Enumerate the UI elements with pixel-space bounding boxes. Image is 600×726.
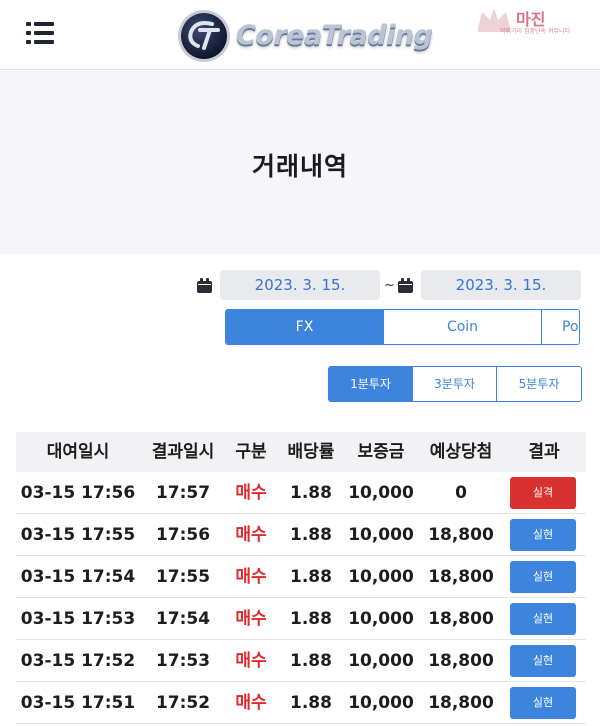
cell-side: 매수 [235, 567, 267, 587]
cell-close-time: 17:54 [155, 609, 211, 629]
hamburger-menu-icon[interactable] [26, 22, 54, 44]
cell-open-time: 03-15 17:53 [20, 609, 136, 629]
logo-wordmark: CoreaTrading [236, 20, 433, 51]
cell-odds: 1.88 [290, 651, 332, 671]
cell-expected: 18,800 [428, 567, 494, 587]
result-button[interactable]: 실현 [510, 645, 576, 677]
cell-expected: 0 [455, 483, 467, 503]
interval-tabs: 1분투자 3분투자 5분투자 [328, 366, 582, 402]
table-row: 03-15 17:52 17:53 매수 1.88 10,000 18,800 … [16, 640, 586, 682]
watermark-subtitle: 먹튀기리 집중단속 커뮤니티 [500, 28, 571, 35]
corea-trading-logo[interactable]: CoreaTrading [174, 8, 433, 64]
cell-expected: 18,800 [428, 525, 494, 545]
header-expected: 예상당첨 [429, 442, 493, 462]
result-button[interactable]: 실현 [510, 519, 576, 551]
cell-open-time: 03-15 17:54 [20, 567, 136, 587]
cell-close-time: 17:56 [155, 525, 211, 545]
result-button[interactable]: 실현 [510, 687, 576, 719]
date-separator: ~ [384, 278, 395, 293]
tab-5min[interactable]: 5분투자 [497, 367, 581, 401]
cell-close-time: 17:52 [155, 693, 211, 713]
logo-emblem-icon [178, 10, 230, 62]
cell-side: 매수 [235, 483, 267, 503]
page-title: 거래내역 [251, 152, 348, 181]
header-odds: 배당률 [287, 442, 335, 462]
cell-deposit: 10,000 [348, 693, 414, 713]
table-row: 03-15 17:53 17:54 매수 1.88 10,000 18,800 … [16, 598, 586, 640]
cell-deposit: 10,000 [348, 483, 414, 503]
table-header: 대여일시 결과일시 구분 배당률 보증금 예상당첨 결과 [16, 432, 586, 472]
cell-open-time: 03-15 17:52 [20, 651, 136, 671]
tab-fx[interactable]: FX [226, 310, 384, 344]
cell-odds: 1.88 [290, 609, 332, 629]
result-button[interactable]: 실현 [510, 561, 576, 593]
header-side: 구분 [235, 442, 267, 462]
cell-open-time: 03-15 17:51 [20, 693, 136, 713]
cell-expected: 18,800 [428, 609, 494, 629]
cell-close-time: 17:55 [155, 567, 211, 587]
cell-expected: 18,800 [428, 651, 494, 671]
header-result: 결과 [528, 442, 560, 462]
cell-odds: 1.88 [290, 525, 332, 545]
market-tabs: FX Coin Pov [225, 309, 580, 345]
table-row: 03-15 17:56 17:57 매수 1.88 10,000 0 실격 [16, 472, 586, 514]
cell-close-time: 17:57 [155, 483, 211, 503]
tab-3min[interactable]: 3분투자 [413, 367, 497, 401]
cell-open-time: 03-15 17:56 [20, 483, 136, 503]
table-row: 03-15 17:54 17:55 매수 1.88 10,000 18,800 … [16, 556, 586, 598]
cell-open-time: 03-15 17:55 [20, 525, 136, 545]
calendar-icon[interactable] [197, 278, 212, 293]
cell-odds: 1.88 [290, 693, 332, 713]
cell-side: 매수 [235, 525, 267, 545]
result-button[interactable]: 실격 [510, 477, 576, 509]
result-button[interactable]: 실현 [510, 603, 576, 635]
tab-coin[interactable]: Coin [384, 310, 542, 344]
start-date-field[interactable]: 2023. 3. 15. [220, 270, 380, 300]
cell-side: 매수 [235, 693, 267, 713]
cell-side: 매수 [235, 651, 267, 671]
cell-close-time: 17:53 [155, 651, 211, 671]
cell-deposit: 10,000 [348, 567, 414, 587]
top-header: CoreaTrading 마진 먹튀기리 집중단속 커뮤니티 [0, 0, 600, 70]
table-row: 03-15 17:51 17:52 매수 1.88 10,000 18,800 … [16, 682, 586, 724]
cell-deposit: 10,000 [348, 651, 414, 671]
header-close-time: 결과일시 [151, 442, 215, 462]
header-open-time: 대여일시 [46, 442, 110, 462]
watermark-logo: 마진 먹튀기리 집중단속 커뮤니티 [472, 4, 596, 36]
cell-side: 매수 [235, 609, 267, 629]
calendar-icon[interactable] [398, 278, 413, 293]
end-date-field[interactable]: 2023. 3. 15. [421, 270, 581, 300]
cell-deposit: 10,000 [348, 525, 414, 545]
tab-pov[interactable]: Pov [542, 310, 579, 344]
header-deposit: 보증금 [357, 442, 405, 462]
cell-odds: 1.88 [290, 483, 332, 503]
cell-deposit: 10,000 [348, 609, 414, 629]
tab-1min[interactable]: 1분투자 [329, 367, 413, 401]
table-row: 03-15 17:55 17:56 매수 1.88 10,000 18,800 … [16, 514, 586, 556]
cell-odds: 1.88 [290, 567, 332, 587]
cell-expected: 18,800 [428, 693, 494, 713]
